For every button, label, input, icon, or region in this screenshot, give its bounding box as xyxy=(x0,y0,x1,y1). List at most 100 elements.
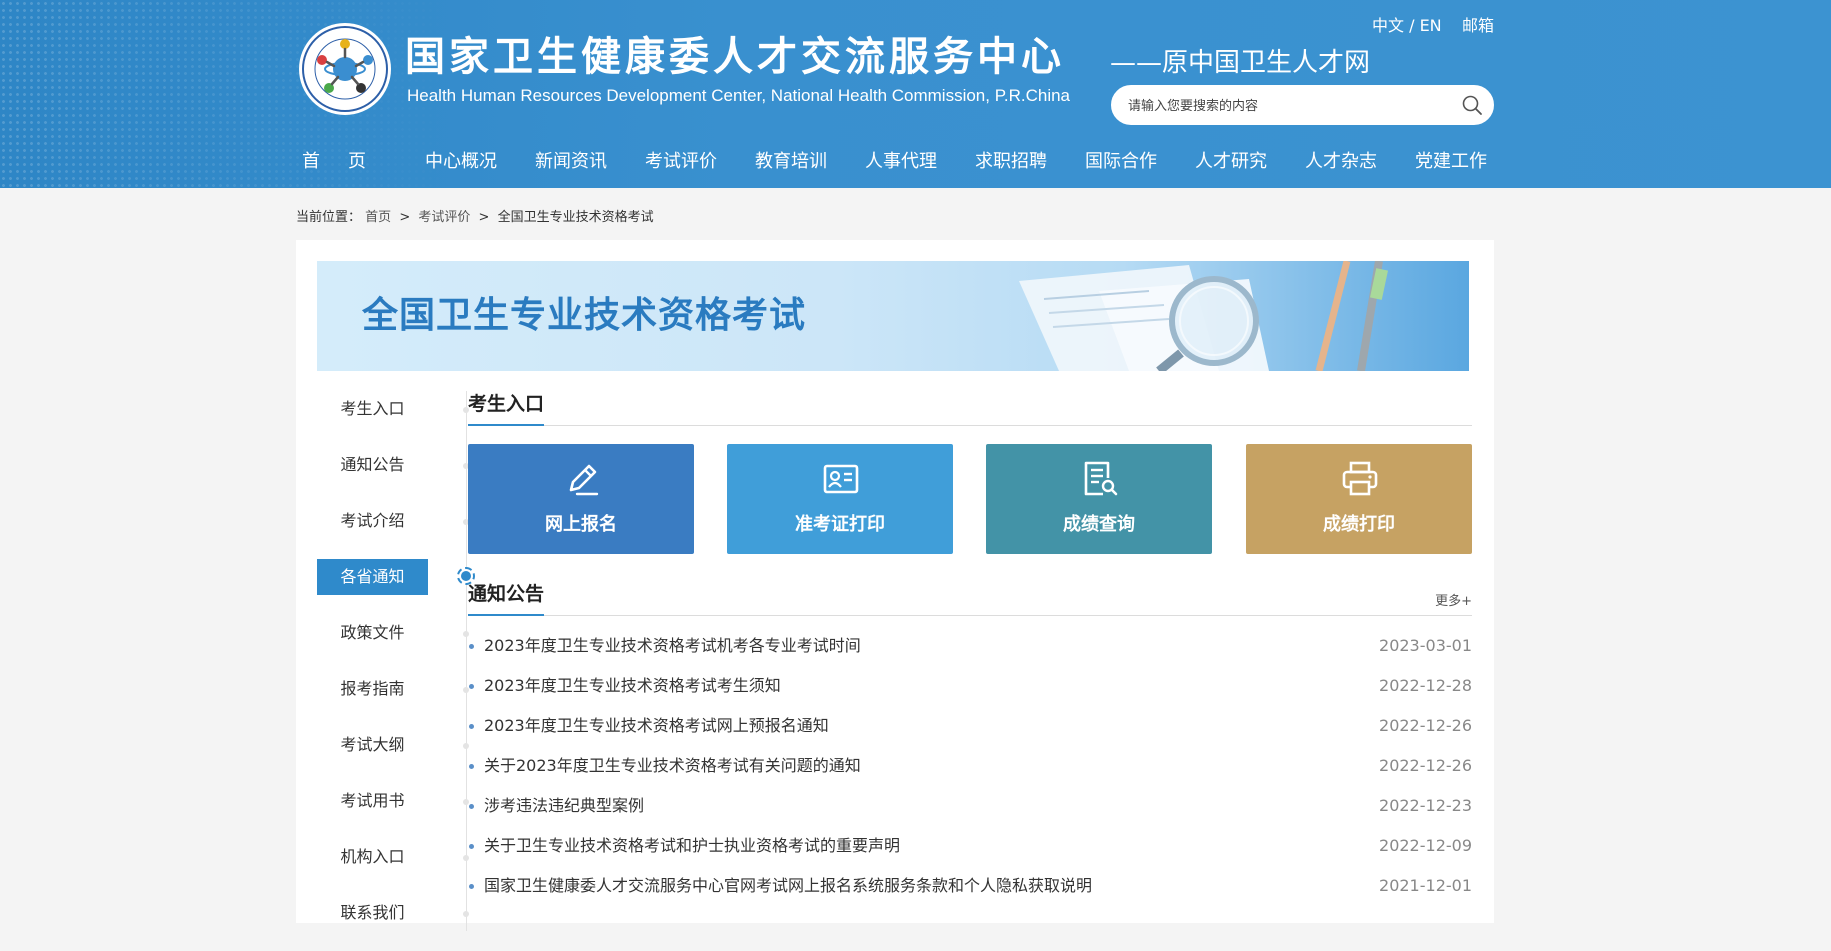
tile-label: 准考证打印 xyxy=(795,514,885,535)
notice-title-link[interactable]: 2023年度卫生专业技术资格考试考生须知 xyxy=(484,666,781,706)
sidebar-item-label: 机构入口 xyxy=(340,847,405,866)
list-item[interactable]: 2023年度卫生专业技术资格考试网上预报名通知 2022-12-26 xyxy=(468,706,1472,746)
nav-item-personnel-agency[interactable]: 人事代理 xyxy=(846,147,956,173)
notice-title-link[interactable]: 关于2023年度卫生专业技术资格考试有关问题的通知 xyxy=(484,746,861,786)
tile-label: 成绩打印 xyxy=(1323,514,1395,535)
notices-list: 2023年度卫生专业技术资格考试机考各专业考试时间 2023-03-01 2023… xyxy=(468,626,1472,906)
admission-ticket-print-button[interactable]: 准考证打印 xyxy=(727,444,953,554)
list-item[interactable]: 2023年度卫生专业技术资格考试机考各专业考试时间 2023-03-01 xyxy=(468,626,1472,666)
printer-icon xyxy=(1341,460,1379,498)
online-registration-button[interactable]: 网上报名 xyxy=(468,444,694,554)
score-print-button[interactable]: 成绩打印 xyxy=(1246,444,1472,554)
nav-item-jobs[interactable]: 求职招聘 xyxy=(956,147,1066,173)
site-header: 国家卫生健康委人才交流服务中心 Health Human Resources D… xyxy=(0,0,1831,188)
notices-section-header: 通知公告 更多+ xyxy=(468,580,1472,616)
sidebar-divider xyxy=(466,391,467,931)
language-switch-link[interactable]: 中文 / EN xyxy=(1372,12,1442,36)
id-card-icon xyxy=(822,460,860,498)
breadcrumb-separator: > xyxy=(399,210,411,225)
breadcrumb: 当前位置： 首页 > 考试评价 > 全国卫生专业技术资格考试 xyxy=(296,206,654,225)
sidebar-item-label: 通知公告 xyxy=(340,455,405,474)
notice-title-link[interactable]: 关于卫生专业技术资格考试和护士执业资格考试的重要声明 xyxy=(484,826,900,866)
tile-label: 成绩查询 xyxy=(1063,514,1135,535)
notice-title-link[interactable]: 国家卫生健康委人才交流服务中心官网考试网上报名系统服务条款和个人隐私获取说明 xyxy=(484,866,1092,906)
more-notices-link[interactable]: 更多+ xyxy=(1435,590,1472,609)
banner-title: 全国卫生专业技术资格考试 xyxy=(362,295,807,336)
sidebar-item-label: 考试大纲 xyxy=(340,735,405,754)
nav-item-exams[interactable]: 考试评价 xyxy=(626,147,736,173)
nav-item-international[interactable]: 国际合作 xyxy=(1066,147,1176,173)
bullet-icon xyxy=(469,804,474,809)
site-subtitle: ——原中国卫生人才网 xyxy=(1110,48,1371,78)
nav-item-training[interactable]: 教育培训 xyxy=(736,147,846,173)
notice-date: 2022-12-23 xyxy=(1379,796,1472,815)
sidebar-item-candidate-entrance[interactable]: 考生入口 xyxy=(317,391,469,427)
sidebar-item-label: 联系我们 xyxy=(340,903,405,922)
search-input[interactable] xyxy=(1126,94,1450,118)
bullet-icon xyxy=(469,764,474,769)
notice-title-link[interactable]: 2023年度卫生专业技术资格考试机考各专业考试时间 xyxy=(484,626,861,666)
nav-item-party-building[interactable]: 党建工作 xyxy=(1396,147,1506,173)
nav-item-research[interactable]: 人才研究 xyxy=(1176,147,1286,173)
notice-date: 2022-12-09 xyxy=(1379,836,1472,855)
sidebar-item-notices[interactable]: 通知公告 xyxy=(317,447,469,483)
sidebar-item-label: 各省通知 xyxy=(340,567,405,586)
sidebar-item-policy-documents[interactable]: 政策文件 xyxy=(317,615,469,651)
score-query-button[interactable]: 成绩查询 xyxy=(986,444,1212,554)
bullet-icon xyxy=(469,684,474,689)
list-item[interactable]: 2023年度卫生专业技术资格考试考生须知 2022-12-28 xyxy=(468,666,1472,706)
sidebar-item-label: 考生入口 xyxy=(340,399,405,418)
center-logo-icon[interactable] xyxy=(298,22,392,116)
list-item[interactable]: 关于卫生专业技术资格考试和护士执业资格考试的重要声明 2022-12-09 xyxy=(468,826,1472,866)
tile-label: 网上报名 xyxy=(545,514,617,535)
entrance-section-title: 考生入口 xyxy=(468,390,545,426)
breadcrumb-separator: > xyxy=(478,210,490,225)
sidebar-item-label: 政策文件 xyxy=(340,623,405,642)
sidebar-item-provincial-notices[interactable]: 各省通知 xyxy=(317,559,475,595)
search-icon[interactable] xyxy=(1461,94,1483,116)
nav-item-home[interactable]: 首页 xyxy=(296,147,400,173)
list-item[interactable]: 关于2023年度卫生专业技术资格考试有关问题的通知 2022-12-26 xyxy=(468,746,1472,786)
sidebar-dot-icon xyxy=(463,911,469,917)
sidebar: 考生入口 通知公告 考试介绍 各省通知 政策文件 报考指南 考试大纲 考试用书 … xyxy=(317,391,475,951)
sidebar-item-contact-us[interactable]: 联系我们 xyxy=(317,895,469,931)
bullet-icon xyxy=(469,844,474,849)
sidebar-item-institution-entrance[interactable]: 机构入口 xyxy=(317,839,469,875)
notice-title-link[interactable]: 2023年度卫生专业技术资格考试网上预报名通知 xyxy=(484,706,829,746)
sidebar-item-registration-guide[interactable]: 报考指南 xyxy=(317,671,469,707)
site-title: 国家卫生健康委人才交流服务中心 xyxy=(405,34,1065,80)
sidebar-item-label: 报考指南 xyxy=(340,679,405,698)
pen-edit-icon xyxy=(563,460,601,498)
bullet-icon xyxy=(469,884,474,889)
notices-section-title: 通知公告 xyxy=(468,580,545,616)
sidebar-item-exam-intro[interactable]: 考试介绍 xyxy=(317,503,469,539)
nav-item-news[interactable]: 新闻资讯 xyxy=(516,147,626,173)
search-box xyxy=(1111,85,1494,125)
notice-date: 2022-12-26 xyxy=(1379,716,1472,735)
mailbox-link[interactable]: 邮箱 xyxy=(1462,12,1494,36)
notice-date: 2021-12-01 xyxy=(1379,876,1472,895)
bullet-icon xyxy=(469,644,474,649)
list-item[interactable]: 涉考违法违纪典型案例 2022-12-23 xyxy=(468,786,1472,826)
main-panel: 全国卫生专业技术资格考试 考生入口 通知公告 考试介绍 各省通知 政策文件 报考… xyxy=(296,240,1494,931)
sidebar-item-label: 考试用书 xyxy=(340,791,405,810)
list-item[interactable]: 国家卫生健康委人才交流服务中心官网考试网上报名系统服务条款和个人隐私获取说明 20… xyxy=(468,866,1472,906)
nav-item-about[interactable]: 中心概况 xyxy=(406,147,516,173)
sidebar-item-exam-syllabus[interactable]: 考试大纲 xyxy=(317,727,469,763)
notice-title-link[interactable]: 涉考违法违纪典型案例 xyxy=(484,786,644,826)
breadcrumb-home-link[interactable]: 首页 xyxy=(365,210,391,225)
sidebar-item-exam-books[interactable]: 考试用书 xyxy=(317,783,469,819)
main-nav: 首页 中心概况 新闻资讯 考试评价 教育培训 人事代理 求职招聘 国际合作 人才… xyxy=(296,140,1506,180)
banner-illustration-icon xyxy=(1019,261,1388,371)
nav-item-magazine[interactable]: 人才杂志 xyxy=(1286,147,1396,173)
sidebar-item-label: 考试介绍 xyxy=(340,511,405,530)
notice-date: 2022-12-28 xyxy=(1379,676,1472,695)
entrance-section-header: 考生入口 xyxy=(468,390,1472,426)
breadcrumb-exams-link[interactable]: 考试评价 xyxy=(418,210,470,225)
breadcrumb-current: 全国卫生专业技术资格考试 xyxy=(497,210,654,225)
notice-date: 2022-12-26 xyxy=(1379,756,1472,775)
page-banner: 全国卫生专业技术资格考试 xyxy=(317,261,1469,371)
breadcrumb-prefix: 当前位置： xyxy=(296,210,362,225)
bullet-icon xyxy=(469,724,474,729)
entrance-tiles: 网上报名 准考证打印 成绩查询 成绩打印 xyxy=(468,444,1472,554)
